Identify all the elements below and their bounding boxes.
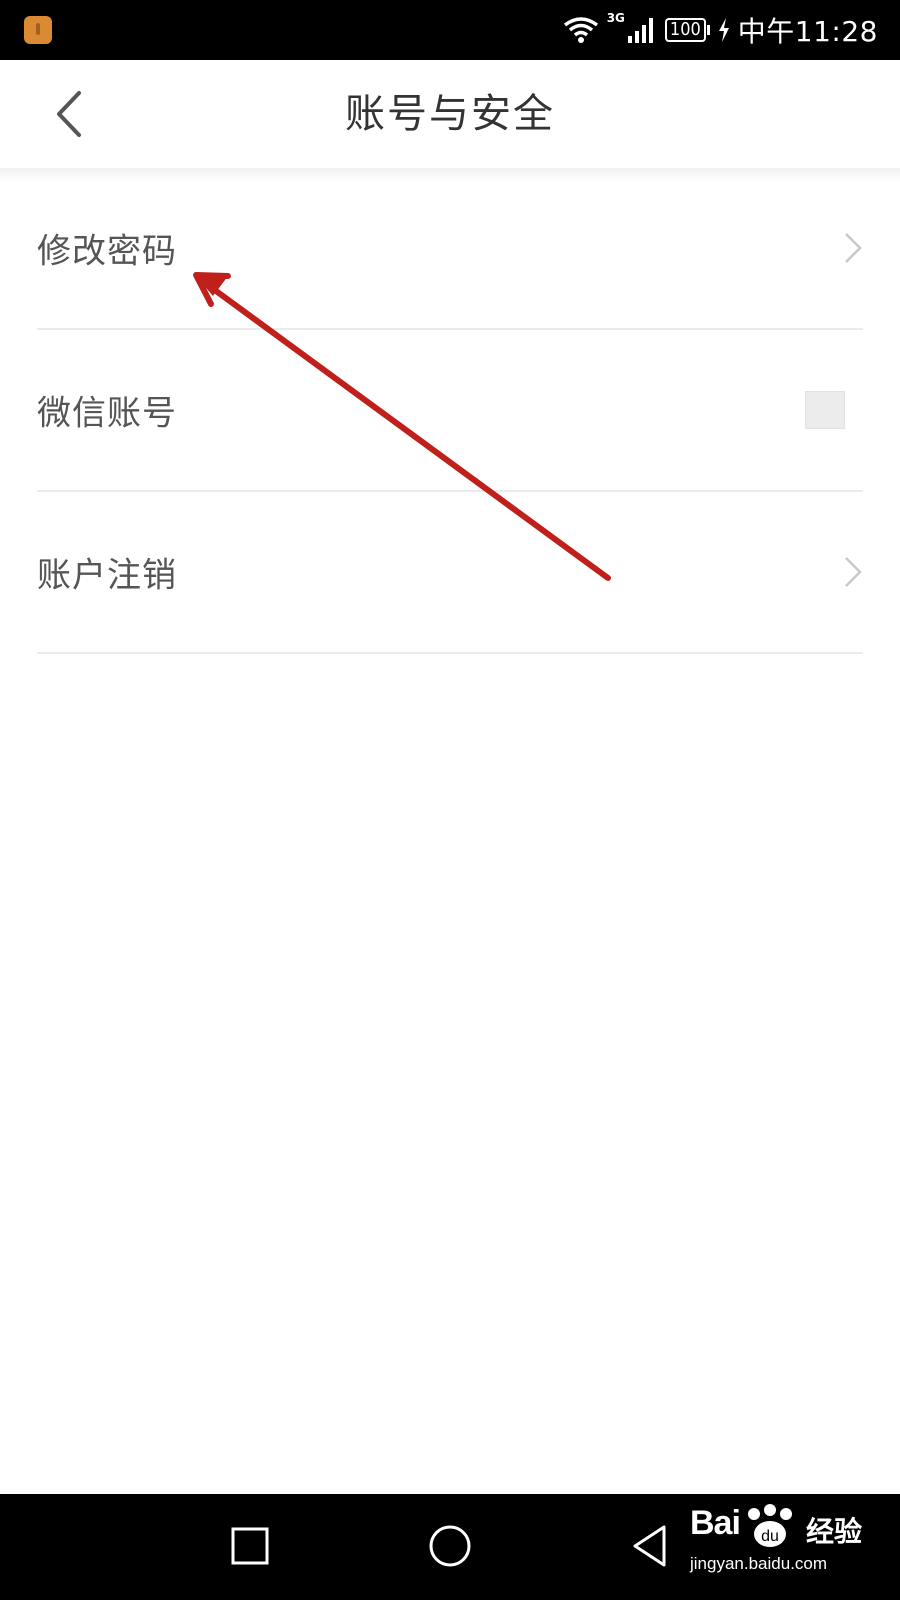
battery-level: 100: [664, 18, 706, 42]
watermark-logo-text: Bai: [690, 1504, 741, 1542]
svg-text:du: du: [761, 1528, 779, 1545]
baidu-jingyan-watermark: Bai du 经验 jingyan.baidu.com: [688, 1500, 888, 1590]
recent-apps-icon: [231, 1527, 269, 1565]
watermark-cn-text: 经验: [806, 1515, 863, 1548]
charging-icon: [718, 18, 730, 42]
wifi-icon: [563, 15, 599, 45]
home-button[interactable]: [418, 1514, 482, 1578]
status-bar: 3G 100 中午11:28: [0, 0, 900, 60]
signal-icon: [627, 16, 657, 44]
network-type-label: 3G: [606, 11, 625, 25]
wechat-account-label: 微信账号: [37, 393, 177, 434]
wechat-toggle-square[interactable]: [805, 391, 845, 429]
chevron-right-icon: [843, 231, 863, 265]
app-notification-icon: [24, 16, 52, 44]
home-icon: [429, 1525, 471, 1567]
change-password-row[interactable]: 修改密码: [37, 168, 863, 330]
back-triangle-icon: [633, 1525, 666, 1567]
status-indicators: 3G 100 中午11:28: [563, 0, 878, 60]
chevron-right-icon: [843, 555, 863, 589]
paw-icon: du: [740, 1502, 800, 1554]
settings-list: 修改密码 微信账号 账户注销: [0, 168, 900, 654]
page-title: 账号与安全: [345, 91, 555, 137]
app-header: 账号与安全: [0, 60, 900, 168]
watermark-url: jingyan.baidu.com: [690, 1554, 828, 1573]
change-password-label: 修改密码: [37, 231, 177, 272]
nav-back-button[interactable]: [618, 1514, 682, 1578]
clock: 中午11:28: [737, 15, 878, 48]
battery-icon: 100: [664, 18, 710, 42]
recent-apps-button[interactable]: [218, 1514, 282, 1578]
wechat-account-row[interactable]: 微信账号: [37, 330, 863, 492]
account-deletion-row[interactable]: 账户注销: [37, 492, 863, 654]
account-deletion-label: 账户注销: [37, 555, 177, 596]
